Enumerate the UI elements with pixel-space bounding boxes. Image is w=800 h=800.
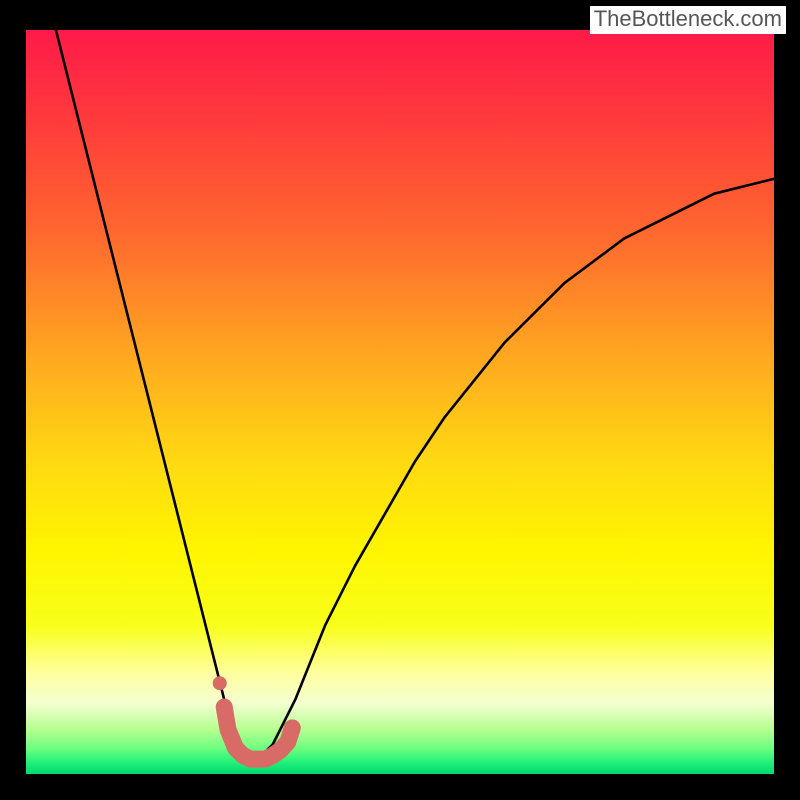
chart-svg	[26, 30, 774, 774]
watermark-text: TheBottleneck.com	[590, 6, 786, 34]
chart-root: TheBottleneck.com	[0, 0, 800, 800]
curve-bottom-highlight-start-dot	[213, 676, 227, 690]
plot-area	[26, 30, 774, 774]
gradient-background	[26, 30, 774, 774]
